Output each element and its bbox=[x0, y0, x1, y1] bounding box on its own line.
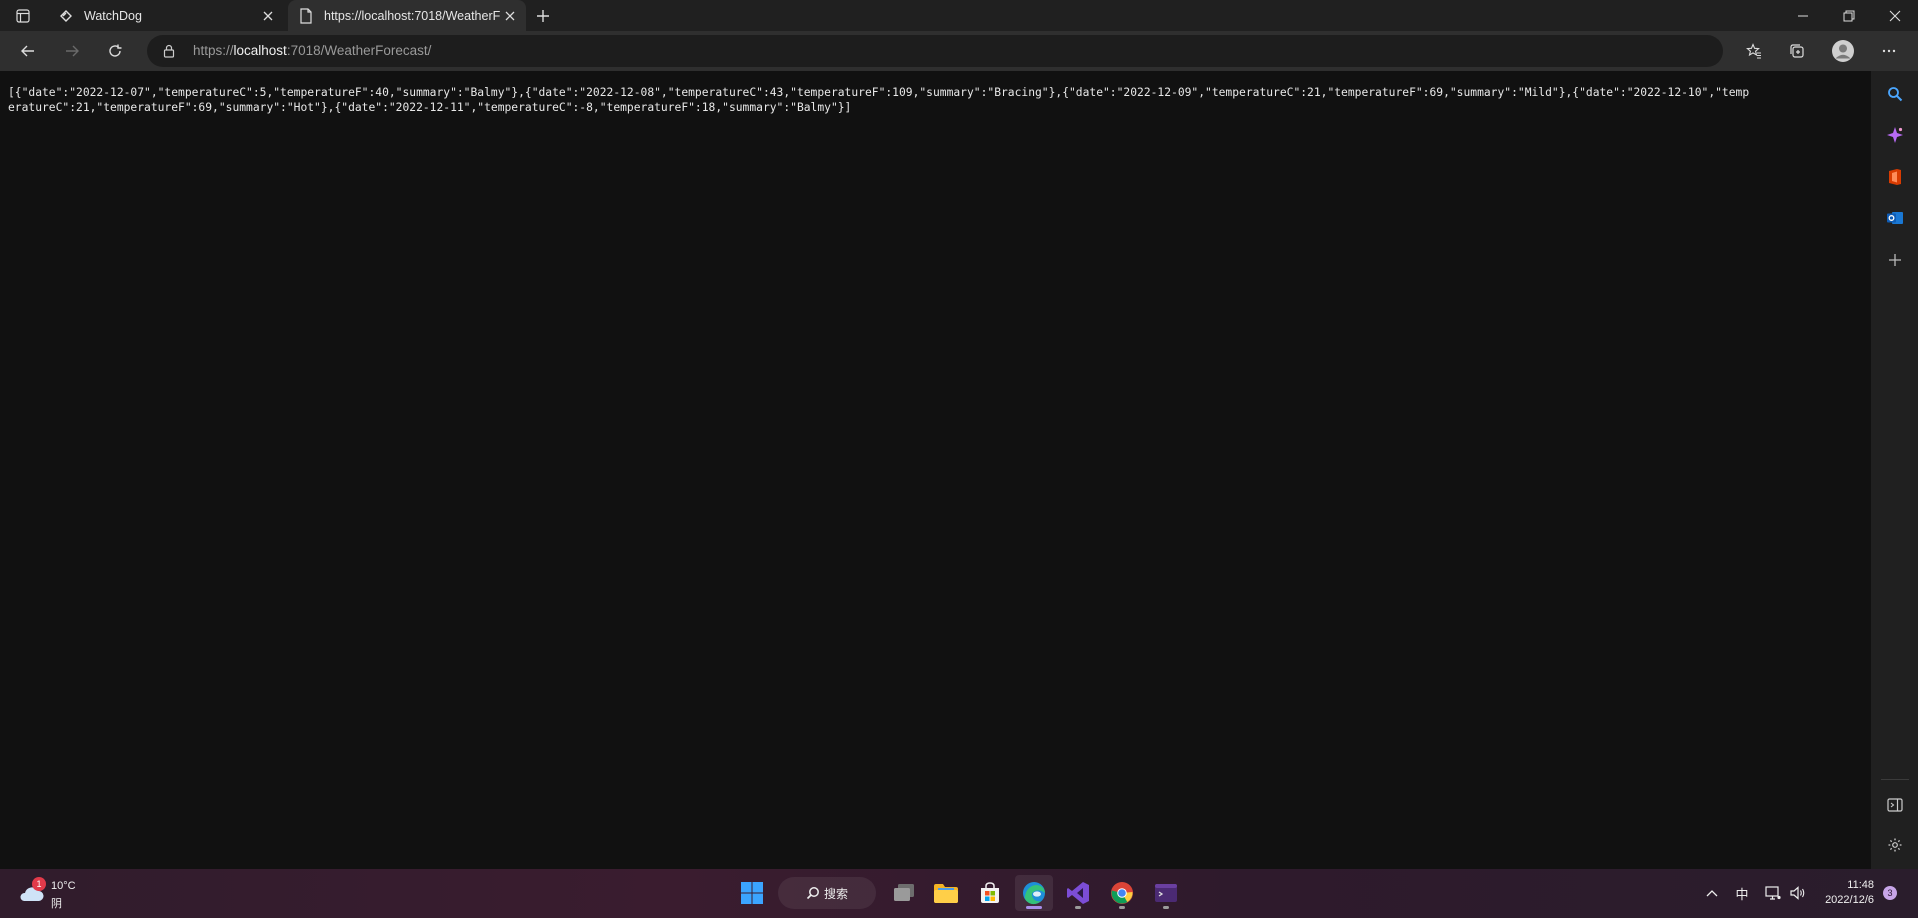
url-path: :7018/WeatherForecast/ bbox=[286, 43, 432, 58]
weather-temperature: 10°C bbox=[51, 880, 76, 892]
windows-logo-icon bbox=[741, 882, 763, 904]
more-horizontal-icon bbox=[1882, 49, 1896, 53]
windows-taskbar: 1 10°C 阴 搜索 中 11:48 2022/12/6 3 bbox=[0, 869, 1918, 918]
tab-label: WatchDog bbox=[84, 8, 142, 23]
url-text[interactable]: https://localhost:7018/WeatherForecast/ bbox=[193, 43, 431, 58]
tab-label: https://localhost:7018/WeatherF bbox=[324, 8, 500, 23]
visual-studio-icon bbox=[1067, 882, 1089, 904]
tab-actions-button[interactable] bbox=[8, 6, 38, 26]
ime-indicator[interactable]: 中 bbox=[1732, 883, 1752, 903]
json-response-text: [{"date":"2022-12-07","temperatureC":5,"… bbox=[8, 86, 1750, 114]
taskbar-clock[interactable]: 11:48 2022/12/6 bbox=[1818, 878, 1874, 908]
settings-and-more-button[interactable] bbox=[1875, 37, 1903, 65]
minimize-button[interactable] bbox=[1780, 0, 1826, 31]
task-view-button[interactable] bbox=[885, 875, 923, 911]
sidebar-outlook-button[interactable] bbox=[1882, 205, 1908, 231]
taskbar-edge[interactable] bbox=[1015, 875, 1053, 911]
search-label: 搜索 bbox=[823, 886, 848, 901]
taskbar-file-explorer[interactable] bbox=[927, 875, 965, 911]
close-window-button[interactable] bbox=[1872, 0, 1918, 31]
taskbar-chrome[interactable] bbox=[1103, 875, 1141, 911]
speaker-icon bbox=[1790, 886, 1805, 900]
forward-button[interactable] bbox=[58, 37, 86, 65]
sparkle-icon bbox=[1887, 127, 1903, 143]
favorites-star-icon bbox=[1746, 43, 1761, 59]
sidebar-discover-button[interactable] bbox=[1882, 122, 1908, 148]
edge-icon bbox=[1023, 882, 1045, 905]
lock-icon[interactable] bbox=[161, 43, 177, 59]
gear-icon bbox=[1888, 838, 1902, 852]
plus-icon bbox=[1889, 254, 1901, 266]
collections-button[interactable] bbox=[1783, 37, 1811, 65]
taskbar-microsoft-store[interactable] bbox=[971, 875, 1009, 911]
favorites-button[interactable] bbox=[1740, 37, 1768, 65]
search-icon bbox=[806, 886, 820, 900]
volume-button[interactable] bbox=[1788, 883, 1808, 903]
restore-button[interactable] bbox=[1826, 0, 1872, 31]
task-view-icon bbox=[894, 884, 914, 901]
browser-titlebar: WatchDog https://localhost:7018/WeatherF bbox=[0, 0, 1918, 31]
avatar-icon bbox=[1832, 40, 1854, 62]
office-icon bbox=[1889, 169, 1901, 185]
close-tab-icon[interactable] bbox=[500, 6, 520, 26]
collections-icon bbox=[1790, 44, 1804, 58]
back-button[interactable] bbox=[14, 37, 42, 65]
page-content: [{"date":"2022-12-07","temperatureC":5,"… bbox=[0, 71, 1871, 869]
url-scheme: https:// bbox=[193, 43, 234, 58]
address-bar[interactable]: https://localhost:7018/WeatherForecast/ bbox=[147, 35, 1723, 67]
refresh-button[interactable] bbox=[101, 37, 129, 65]
running-indicator bbox=[1119, 906, 1125, 909]
network-icon bbox=[1765, 886, 1781, 900]
clock-time: 11:48 bbox=[1847, 879, 1874, 891]
url-host: localhost bbox=[233, 43, 287, 58]
sidebar-divider bbox=[1881, 779, 1909, 780]
watchdog-favicon-icon bbox=[58, 8, 74, 24]
network-button[interactable] bbox=[1763, 883, 1783, 903]
show-hidden-icons-button[interactable] bbox=[1702, 883, 1722, 903]
folder-icon bbox=[934, 884, 958, 903]
arrow-left-icon bbox=[21, 45, 34, 57]
clock-date: 2022/12/6 bbox=[1825, 894, 1874, 906]
taskbar-visual-studio[interactable] bbox=[1059, 875, 1097, 911]
refresh-icon bbox=[109, 44, 122, 57]
search-icon bbox=[1888, 87, 1903, 102]
weather-badge: 1 bbox=[32, 877, 46, 891]
minimize-icon bbox=[1798, 15, 1808, 16]
taskbar-search-button[interactable]: 搜索 bbox=[778, 877, 876, 909]
profile-button[interactable] bbox=[1829, 37, 1857, 65]
chevron-up-icon bbox=[1706, 890, 1718, 897]
sidebar-search-button[interactable] bbox=[1882, 81, 1908, 107]
sidebar-settings-button[interactable] bbox=[1882, 832, 1908, 858]
outlook-icon bbox=[1887, 212, 1903, 224]
running-indicator bbox=[1075, 906, 1081, 909]
arrow-right-icon bbox=[66, 45, 79, 57]
weather-widget[interactable]: 1 10°C 阴 bbox=[18, 877, 98, 911]
close-icon bbox=[1889, 10, 1901, 21]
terminal-icon bbox=[1155, 884, 1177, 902]
restore-icon bbox=[1843, 10, 1855, 21]
running-indicator bbox=[1163, 906, 1169, 909]
sidebar-office-button[interactable] bbox=[1882, 164, 1908, 190]
new-tab-button[interactable] bbox=[532, 5, 554, 27]
tab-actions-icon bbox=[16, 9, 30, 23]
plus-icon bbox=[537, 10, 549, 22]
page-favicon-icon bbox=[298, 7, 314, 24]
chrome-icon bbox=[1111, 882, 1133, 904]
active-indicator bbox=[1026, 906, 1042, 909]
sidebar-hide-icon bbox=[1887, 798, 1903, 812]
tab-watchdog[interactable]: WatchDog bbox=[48, 0, 284, 31]
taskbar-terminal[interactable] bbox=[1147, 875, 1185, 911]
store-icon bbox=[981, 882, 999, 903]
start-button[interactable] bbox=[733, 875, 771, 911]
weather-condition: 阴 bbox=[51, 898, 62, 910]
tab-weatherforecast[interactable]: https://localhost:7018/WeatherF bbox=[288, 0, 526, 31]
sidebar-hide-button[interactable] bbox=[1882, 792, 1908, 818]
close-tab-icon[interactable] bbox=[258, 6, 278, 26]
sidebar-add-button[interactable] bbox=[1882, 247, 1908, 273]
notification-badge[interactable]: 3 bbox=[1883, 886, 1897, 900]
edge-sidebar bbox=[1871, 71, 1918, 869]
